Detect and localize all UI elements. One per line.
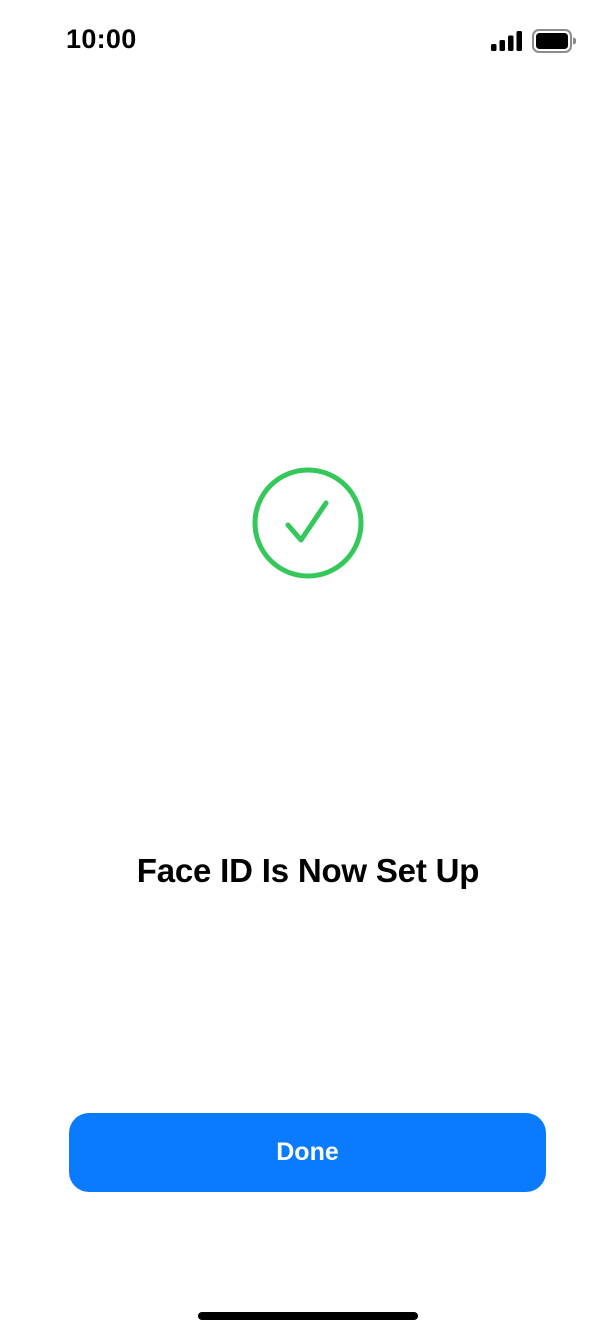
- status-time: 10:00: [66, 24, 137, 54]
- status-bar: 10:00: [0, 0, 616, 84]
- page-title: Face ID Is Now Set Up: [136, 852, 480, 889]
- checkmark-circle-icon: [252, 467, 364, 579]
- home-indicator[interactable]: [198, 1312, 418, 1320]
- signal-icon: [491, 31, 522, 51]
- done-button[interactable]: Done: [69, 1113, 546, 1192]
- battery-icon: [532, 29, 576, 53]
